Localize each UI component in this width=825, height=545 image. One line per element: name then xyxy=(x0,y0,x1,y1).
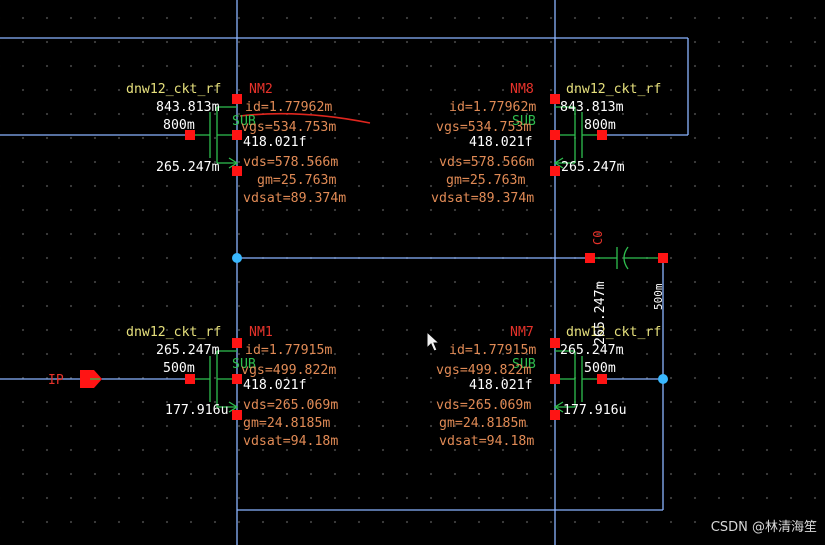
nm8-instance-label[interactable]: NM8 xyxy=(510,82,534,97)
nm2-cap: 418.021f xyxy=(243,135,307,150)
junction-dot xyxy=(658,374,668,384)
nm1-param-l: 265.247m xyxy=(156,343,220,358)
nm8-annotations: NM8 dnw12_ckt_rf id=1.77962m 843.813m SU… xyxy=(431,82,661,206)
nm7-annotations: NM7 dnw12_ckt_rf id=1.77915m 265.247m SU… xyxy=(436,325,661,449)
nm1-vds: vds=265.069m xyxy=(243,398,338,413)
nm2-id: id=1.77962m xyxy=(245,100,332,115)
nm7-vds: vds=265.069m xyxy=(436,398,531,413)
nm2-param-w: 800m xyxy=(163,118,195,133)
capacitor-c0-symbol[interactable] xyxy=(590,246,663,270)
nm2-symbol[interactable] xyxy=(190,106,239,169)
c0-value-label: 500m xyxy=(652,283,665,310)
nm7-param-w: 500m xyxy=(584,361,616,376)
nm2-model-label: dnw12_ckt_rf xyxy=(126,82,221,97)
nm8-param-w: 800m xyxy=(584,118,616,133)
nm7-model-label: dnw12_ckt_rf xyxy=(566,325,661,340)
nm7-instance-label[interactable]: NM7 xyxy=(510,325,534,340)
nm8-vgs: vgs=534.753m xyxy=(436,120,531,135)
nm7-param-l: 265.247m xyxy=(560,343,624,358)
nm1-vgs: vgs=499.822m xyxy=(241,363,336,378)
nm8-id: id=1.77962m xyxy=(449,100,536,115)
nm7-cap: 418.021f xyxy=(469,378,533,393)
nm1-id: id=1.77915m xyxy=(245,343,332,358)
nm7-param-nf: 177.916u xyxy=(563,403,627,418)
nm8-vdsat: vdsat=89.374m xyxy=(431,191,534,206)
nm8-model-label: dnw12_ckt_rf xyxy=(566,82,661,97)
ip-pin-icon[interactable] xyxy=(80,370,102,388)
nm2-vgs: vgs=534.753m xyxy=(241,120,336,135)
nm8-symbol[interactable] xyxy=(553,106,602,169)
nm8-param-l: 843.813m xyxy=(560,100,624,115)
nm1-model-label: dnw12_ckt_rf xyxy=(126,325,221,340)
nm7-vdsat: vdsat=94.18m xyxy=(439,434,534,449)
ip-pin-label: IP xyxy=(48,373,64,388)
nm1-param-nf: 177.916u xyxy=(165,403,229,418)
nm2-vds: vds=578.566m xyxy=(243,155,338,170)
nm1-param-w: 500m xyxy=(163,361,195,376)
schematic-window: { "devices": { "nm2": { "name": "NM2", "… xyxy=(0,0,825,545)
nm8-cap: 418.021f xyxy=(469,135,533,150)
junction-dot xyxy=(232,253,242,263)
mouse-cursor-icon xyxy=(426,330,441,352)
nm2-vdsat: vdsat=89.374m xyxy=(243,191,346,206)
nm7-vgs: vgs=499.822m xyxy=(436,363,531,378)
nm2-param-l: 843.813m xyxy=(156,100,220,115)
nm7-gm: gm=24.8185m xyxy=(439,416,526,431)
watermark-text: CSDN @林清海笙 xyxy=(710,520,817,535)
c0-instance-label[interactable]: C0 xyxy=(591,231,605,245)
nm1-instance-label[interactable]: NM1 xyxy=(249,325,273,340)
nm7-id: id=1.77915m xyxy=(449,343,536,358)
nm8-vds: vds=578.566m xyxy=(439,155,534,170)
nm8-param-nf: 265.247m xyxy=(561,160,625,175)
nm2-instance-label[interactable]: NM2 xyxy=(249,82,273,97)
schematic-canvas[interactable]: dnw12_ckt_rf NM2 843.813m id=1.77962m 80… xyxy=(0,0,825,545)
nm1-gm: gm=24.8185m xyxy=(243,416,330,431)
nm8-gm: gm=25.763m xyxy=(446,173,525,188)
nm1-vdsat: vdsat=94.18m xyxy=(243,434,338,449)
nm2-param-nf: 265.247m xyxy=(156,160,220,175)
nm1-cap: 418.021f xyxy=(243,378,307,393)
c0-node-voltage: 265.247m xyxy=(593,281,608,345)
nm2-gm: gm=25.763m xyxy=(257,173,336,188)
